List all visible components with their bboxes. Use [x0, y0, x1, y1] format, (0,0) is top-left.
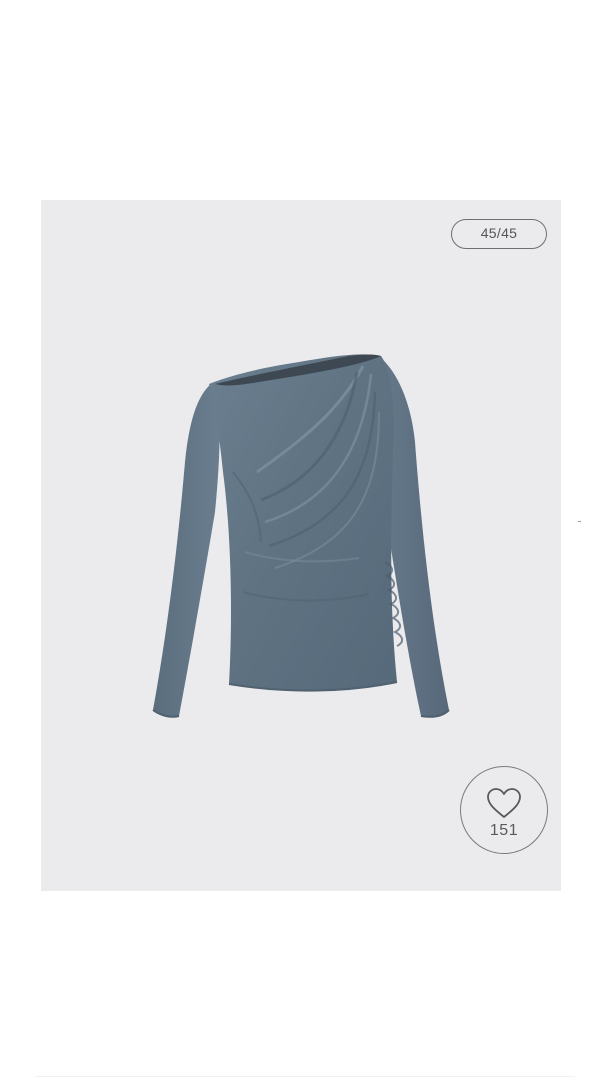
heart-icon	[487, 788, 521, 818]
divider	[35, 1076, 575, 1077]
product-detail-page: 45/45 151	[0, 0, 608, 1080]
like-count: 151	[489, 822, 519, 839]
scroll-indicator	[578, 521, 581, 522]
product-image[interactable]	[149, 332, 465, 732]
like-button[interactable]: 151	[460, 766, 548, 854]
image-counter-badge: 45/45	[451, 219, 547, 249]
product-image-gallery[interactable]: 45/45 151	[41, 200, 561, 891]
